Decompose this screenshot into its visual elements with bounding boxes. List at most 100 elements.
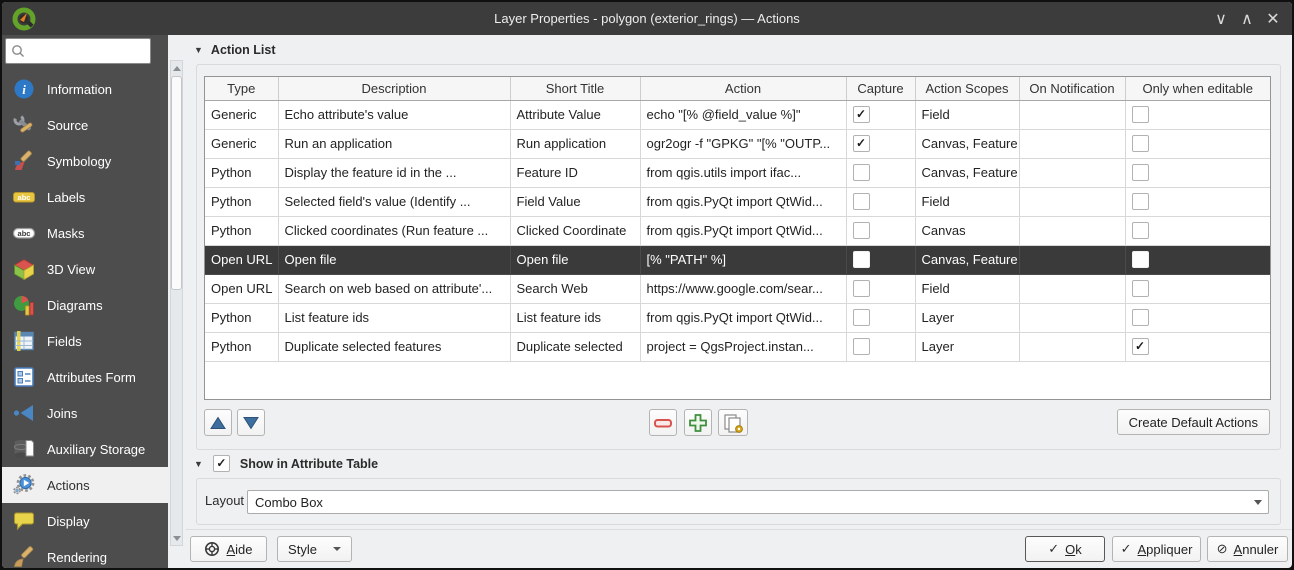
cancel-button[interactable]: ⊘ Annuler — [1207, 536, 1288, 562]
table-row[interactable]: PythonDuplicate selected featuresDuplica… — [205, 332, 1270, 361]
scroll-up-icon[interactable] — [171, 62, 182, 74]
cell-action[interactable]: ogr2ogr -f "GPKG" "[% "OUTP... — [640, 129, 846, 158]
table-row[interactable]: PythonSelected field's value (Identify .… — [205, 187, 1270, 216]
only-when-editable-checkbox[interactable] — [1132, 309, 1149, 326]
cell-short-title[interactable]: Open file — [510, 245, 640, 274]
style-button[interactable]: Style — [277, 536, 352, 562]
sidebar-item-fields[interactable]: Fields — [2, 323, 168, 359]
cell-description[interactable]: List feature ids — [278, 303, 510, 332]
cell-only-when-editable[interactable] — [1125, 158, 1270, 187]
column-header[interactable]: Capture — [846, 77, 915, 100]
only-when-editable-checkbox[interactable] — [1132, 193, 1149, 210]
apply-button[interactable]: ✓ Appliquer — [1112, 536, 1201, 562]
ok-button[interactable]: ✓ Ok — [1025, 536, 1105, 562]
cell-capture[interactable] — [846, 303, 915, 332]
column-header[interactable]: Short Title — [510, 77, 640, 100]
cell-only-when-editable[interactable] — [1125, 187, 1270, 216]
cell-action[interactable]: from qgis.PyQt import QtWid... — [640, 216, 846, 245]
cell-only-when-editable[interactable] — [1125, 245, 1270, 274]
search-input[interactable] — [30, 40, 149, 63]
cell-description[interactable]: Run an application — [278, 129, 510, 158]
cell-capture[interactable] — [846, 158, 915, 187]
cell-only-when-editable[interactable] — [1125, 216, 1270, 245]
cell-on-notification[interactable] — [1019, 303, 1125, 332]
sidebar-item-diagrams[interactable]: Diagrams — [2, 287, 168, 323]
cell-action-scopes[interactable]: Field — [915, 187, 1019, 216]
cell-short-title[interactable]: List feature ids — [510, 303, 640, 332]
cell-short-title[interactable]: Duplicate selected — [510, 332, 640, 361]
sidebar-item-display[interactable]: Display — [2, 503, 168, 539]
cell-action[interactable]: [% "PATH" %] — [640, 245, 846, 274]
cell-description[interactable]: Selected field's value (Identify ... — [278, 187, 510, 216]
cell-capture[interactable] — [846, 187, 915, 216]
cell-action-scopes[interactable]: Canvas — [915, 216, 1019, 245]
cell-type[interactable]: Python — [205, 187, 278, 216]
cell-action-scopes[interactable]: Field — [915, 274, 1019, 303]
column-header[interactable]: Action Scopes — [915, 77, 1019, 100]
cell-action[interactable]: from qgis.utils import ifac... — [640, 158, 846, 187]
sidebar-item-3d-view[interactable]: 3D View — [2, 251, 168, 287]
cell-only-when-editable[interactable] — [1125, 100, 1270, 129]
cell-on-notification[interactable] — [1019, 100, 1125, 129]
column-header[interactable]: Action — [640, 77, 846, 100]
cell-on-notification[interactable] — [1019, 187, 1125, 216]
sidebar-item-actions[interactable]: Actions — [2, 467, 168, 503]
create-default-actions-button[interactable]: Create Default Actions — [1117, 409, 1270, 435]
cell-action-scopes[interactable]: Canvas, Feature — [915, 245, 1019, 274]
cell-action[interactable]: https://www.google.com/sear... — [640, 274, 846, 303]
column-header[interactable]: Type — [205, 77, 278, 100]
sidebar-item-masks[interactable]: abcMasks — [2, 215, 168, 251]
cell-type[interactable]: Generic — [205, 100, 278, 129]
cell-capture[interactable]: ✓ — [846, 100, 915, 129]
sidebar-item-labels[interactable]: abcLabels — [2, 179, 168, 215]
cell-capture[interactable]: ✓ — [846, 129, 915, 158]
only-when-editable-checkbox[interactable] — [1132, 222, 1149, 239]
actions-table[interactable]: TypeDescriptionShort TitleActionCaptureA… — [204, 76, 1271, 400]
cell-action-scopes[interactable]: Canvas, Feature — [915, 158, 1019, 187]
only-when-editable-checkbox[interactable] — [1132, 106, 1149, 123]
title-bar[interactable]: Layer Properties - polygon (exterior_rin… — [2, 2, 1292, 35]
table-row[interactable]: Open URLSearch on web based on attribute… — [205, 274, 1270, 303]
capture-checkbox[interactable] — [853, 338, 870, 355]
cell-description[interactable]: Search on web based on attribute'... — [278, 274, 510, 303]
cell-action[interactable]: echo "[% @field_value %]" — [640, 100, 846, 129]
cell-only-when-editable[interactable] — [1125, 274, 1270, 303]
capture-checkbox[interactable] — [853, 193, 870, 210]
cell-type[interactable]: Open URL — [205, 245, 278, 274]
sidebar-item-information[interactable]: iInformation — [2, 71, 168, 107]
cell-only-when-editable[interactable] — [1125, 129, 1270, 158]
column-header[interactable]: Description — [278, 77, 510, 100]
only-when-editable-checkbox[interactable] — [1132, 135, 1149, 152]
minimize-button[interactable]: ∨ — [1212, 10, 1230, 28]
cell-on-notification[interactable] — [1019, 245, 1125, 274]
cell-capture[interactable] — [846, 245, 915, 274]
collapse-icon[interactable]: ▼ — [194, 459, 203, 469]
collapse-icon[interactable]: ▼ — [194, 45, 203, 55]
cell-action[interactable]: project = QgsProject.instan... — [640, 332, 846, 361]
cell-description[interactable]: Echo attribute's value — [278, 100, 510, 129]
table-row[interactable]: PythonDisplay the feature id in the ...F… — [205, 158, 1270, 187]
cell-type[interactable]: Open URL — [205, 274, 278, 303]
capture-checkbox[interactable] — [853, 251, 870, 268]
table-row[interactable]: GenericRun an applicationRun application… — [205, 129, 1270, 158]
remove-action-button[interactable] — [649, 409, 677, 436]
cell-only-when-editable[interactable] — [1125, 303, 1270, 332]
cell-type[interactable]: Python — [205, 332, 278, 361]
cell-capture[interactable] — [846, 274, 915, 303]
sidebar-item-rendering[interactable]: Rendering — [2, 539, 168, 568]
cell-action-scopes[interactable]: Canvas, Feature — [915, 129, 1019, 158]
cell-type[interactable]: Generic — [205, 129, 278, 158]
add-action-button[interactable] — [684, 409, 712, 436]
action-list-section-header[interactable]: ▼ Action List — [194, 43, 276, 57]
sidebar-item-symbology[interactable]: Symbology — [2, 143, 168, 179]
capture-checkbox[interactable] — [853, 280, 870, 297]
cell-type[interactable]: Python — [205, 158, 278, 187]
sidebar-scrollbar[interactable] — [170, 60, 183, 546]
only-when-editable-checkbox[interactable] — [1132, 251, 1149, 268]
capture-checkbox[interactable] — [853, 164, 870, 181]
capture-checkbox[interactable] — [853, 309, 870, 326]
sidebar-scrollbar-thumb[interactable] — [171, 76, 182, 290]
sidebar-item-joins[interactable]: Joins — [2, 395, 168, 431]
cell-description[interactable]: Display the feature id in the ... — [278, 158, 510, 187]
capture-checkbox[interactable]: ✓ — [853, 106, 870, 123]
